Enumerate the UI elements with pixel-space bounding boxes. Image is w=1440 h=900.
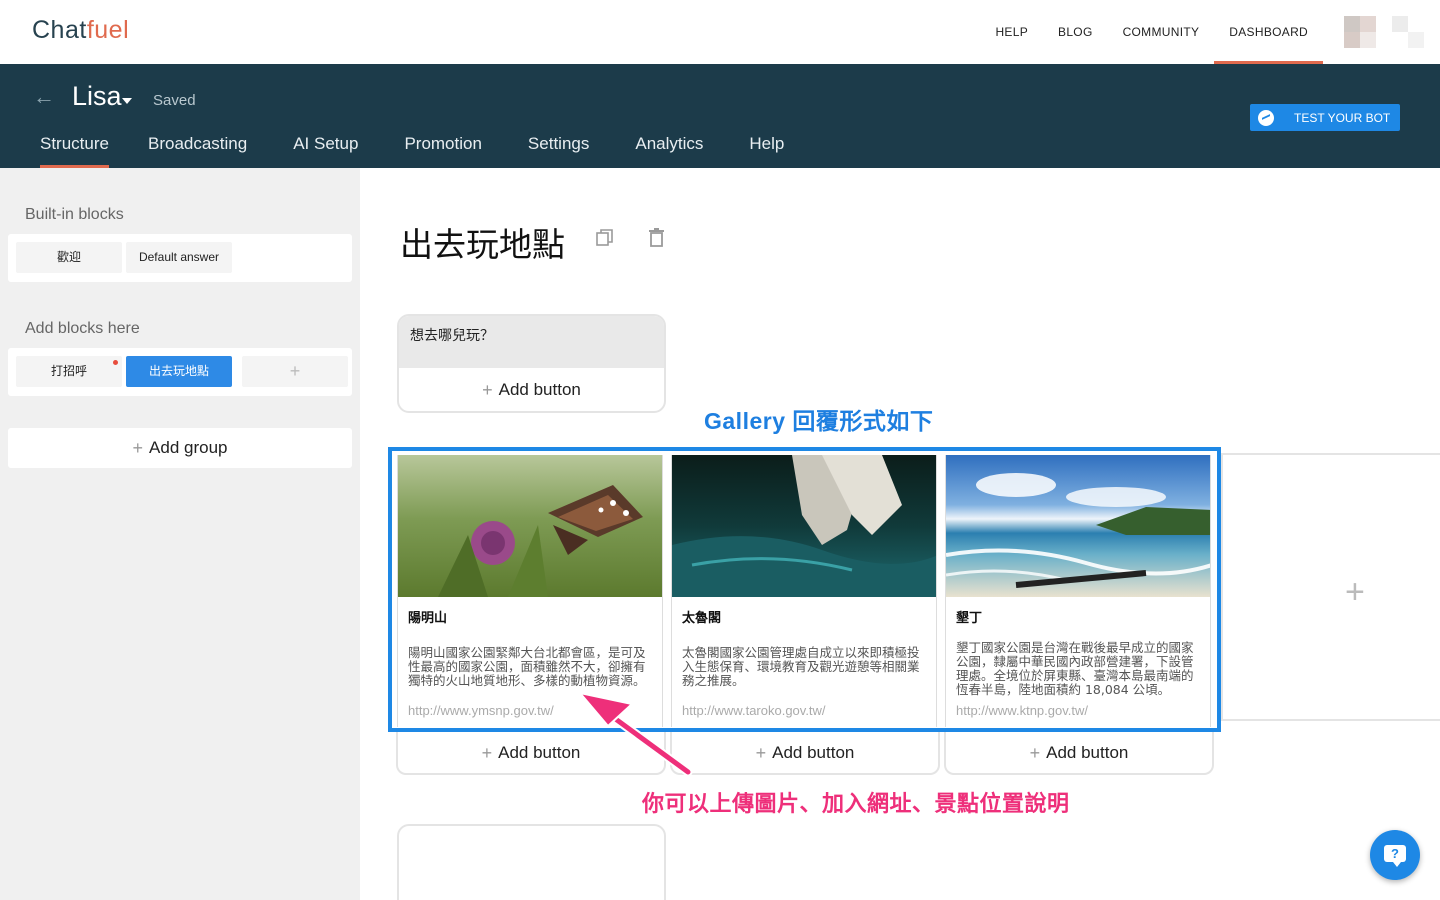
add-group-button[interactable]: + Add group bbox=[8, 428, 352, 468]
add-button-label: Add button bbox=[772, 743, 855, 762]
copy-icon[interactable] bbox=[596, 229, 613, 246]
back-arrow-icon[interactable]: ← bbox=[33, 84, 55, 110]
gallery-add-button-3[interactable]: + Add button bbox=[944, 731, 1214, 775]
tab-help[interactable]: Help bbox=[749, 128, 784, 168]
plus-icon: + bbox=[482, 379, 493, 400]
block-chip-outing-places[interactable]: 出去玩地點 bbox=[126, 356, 232, 387]
trash-icon[interactable] bbox=[649, 228, 664, 247]
plus-icon: + bbox=[1345, 573, 1365, 611]
tab-promotion[interactable]: Promotion bbox=[404, 128, 481, 168]
top-navbar: Chatfuel HELP BLOG COMMUNITY DASHBOARD bbox=[0, 0, 1440, 64]
builtin-blocks-title: Built-in blocks bbox=[25, 206, 124, 223]
chatfuel-logo[interactable]: Chatfuel bbox=[32, 16, 129, 45]
nav-help[interactable]: HELP bbox=[980, 0, 1043, 64]
add-block-button[interactable]: + bbox=[242, 356, 348, 387]
block-chip-greeting[interactable]: 打招呼 bbox=[16, 356, 122, 387]
block-chip-label: 打招呼 bbox=[50, 364, 87, 378]
annotation-highlight-box bbox=[388, 447, 1221, 732]
add-group-label: Add group bbox=[149, 438, 228, 457]
test-button-label: TEST YOUR BOT bbox=[1294, 110, 1391, 125]
plus-icon: + bbox=[132, 437, 144, 458]
plus-icon: + bbox=[1029, 742, 1041, 763]
add-button-label: Add button bbox=[498, 743, 581, 762]
add-button-label: Add button bbox=[1046, 743, 1129, 762]
tab-structure[interactable]: Structure bbox=[40, 128, 109, 168]
tab-broadcasting[interactable]: Broadcasting bbox=[148, 128, 247, 168]
test-your-bot-button[interactable]: TEST YOUR BOT bbox=[1250, 104, 1400, 131]
text-message[interactable]: 想去哪兒玩？ bbox=[399, 316, 664, 368]
add-button[interactable]: + Add button bbox=[399, 368, 664, 411]
nav-blog[interactable]: BLOG bbox=[1043, 0, 1108, 64]
add-button-label: Add button bbox=[498, 380, 581, 399]
logo-text-part2: fuel bbox=[86, 16, 130, 44]
plus-icon: + bbox=[755, 742, 767, 763]
annotation-upload-note: 你可以上傳圖片、加入網址、景點位置說明 bbox=[642, 791, 1070, 816]
messenger-icon bbox=[1258, 109, 1274, 126]
top-nav-links: HELP BLOG COMMUNITY DASHBOARD bbox=[980, 0, 1323, 64]
save-status: Saved bbox=[153, 92, 196, 109]
logo-text-part1: Chat bbox=[32, 16, 87, 44]
bot-header: ← Lisa Saved TEST YOUR BOT Structure Bro… bbox=[0, 64, 1440, 168]
custom-blocks-panel: 打招呼 出去玩地點 + bbox=[8, 348, 352, 396]
tab-ai-setup[interactable]: AI Setup bbox=[293, 128, 358, 168]
builtin-blocks-panel: 歡迎 Default answer bbox=[8, 234, 352, 282]
bot-name[interactable]: Lisa bbox=[72, 81, 122, 112]
text-message-card: 想去哪兒玩？ + Add button bbox=[397, 314, 666, 413]
chevron-down-icon[interactable] bbox=[122, 98, 132, 104]
gallery-add-button-1[interactable]: + Add button bbox=[396, 731, 666, 775]
bot-tabs: Structure Broadcasting AI Setup Promotio… bbox=[0, 128, 784, 168]
tab-analytics[interactable]: Analytics bbox=[635, 128, 703, 168]
help-bubble-icon: ? bbox=[1384, 845, 1406, 867]
annotation-gallery-note: Gallery 回覆形式如下 bbox=[704, 408, 934, 434]
nav-community[interactable]: COMMUNITY bbox=[1108, 0, 1215, 64]
user-avatar[interactable] bbox=[1328, 16, 1440, 48]
block-chip-welcome[interactable]: 歡迎 bbox=[16, 242, 122, 273]
add-gallery-card[interactable]: + bbox=[1221, 453, 1440, 721]
gallery-add-button-2[interactable]: + Add button bbox=[670, 731, 940, 775]
empty-card-placeholder[interactable] bbox=[397, 824, 666, 900]
unsaved-dot-icon bbox=[113, 360, 118, 365]
add-blocks-title: Add blocks here bbox=[25, 320, 140, 337]
block-title[interactable]: 出去玩地點 bbox=[400, 218, 565, 266]
nav-dashboard[interactable]: DASHBOARD bbox=[1214, 0, 1323, 64]
plus-icon: + bbox=[481, 742, 493, 763]
tab-settings[interactable]: Settings bbox=[528, 128, 589, 168]
block-chip-default-answer[interactable]: Default answer bbox=[126, 242, 232, 273]
help-chat-button[interactable]: ? bbox=[1370, 830, 1420, 880]
blocks-sidebar: Built-in blocks 歡迎 Default answer Add bl… bbox=[0, 168, 360, 900]
